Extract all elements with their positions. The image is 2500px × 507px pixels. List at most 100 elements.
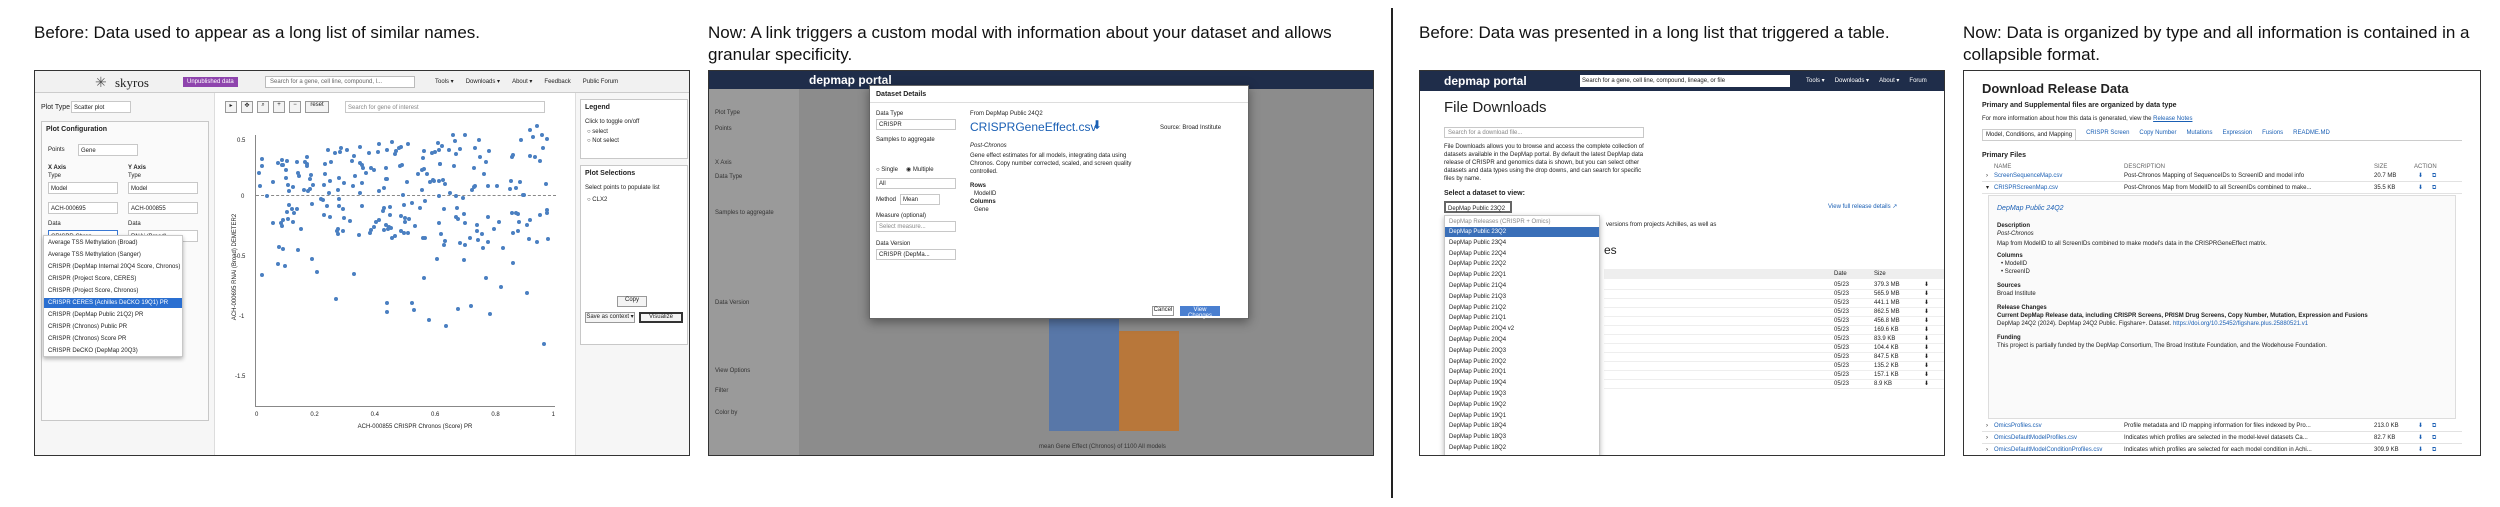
dropdown-option[interactable]: DepMap Public 18Q4: [1445, 421, 1599, 431]
file-row[interactable]: › OmicsDefaultModelConditionProfiles.csv I…: [1982, 445, 2462, 455]
chevron-right-icon[interactable]: ›: [1986, 172, 1988, 180]
chevron-right-icon[interactable]: ›: [1986, 422, 1988, 430]
samples-select[interactable]: All: [876, 178, 956, 189]
radio-multiple[interactable]: ◉ Multiple: [906, 166, 934, 174]
cancel-button[interactable]: Cancel: [1152, 306, 1174, 316]
copy-icon[interactable]: ⧉: [2432, 172, 2436, 180]
download-icon[interactable]: ⬇: [2418, 184, 2423, 192]
dropdown-option[interactable]: DepMap Public 21Q3: [1445, 292, 1599, 302]
tab-expression[interactable]: Expression: [2222, 129, 2252, 140]
nav-tools[interactable]: Tools ▾: [1806, 77, 1825, 85]
full-release-link[interactable]: View full release details ↗: [1828, 203, 1897, 211]
copy-icon[interactable]: ⧉: [2432, 422, 2436, 430]
file-name[interactable]: OmicsProfiles.csv: [1994, 422, 2042, 430]
save-context-button[interactable]: Save as context ▾: [585, 312, 635, 323]
dropdown-option[interactable]: CRISPR DeCKO (DepMap 20Q3): [44, 346, 182, 356]
file-name[interactable]: OmicsDefaultModelProfiles.csv: [1994, 434, 2077, 442]
file-row[interactable]: › ScreenSequenceMap.csv Post-Chronos Mappi…: [1982, 171, 2462, 182]
dropdown-option[interactable]: DepMap Public 19Q2: [1445, 400, 1599, 410]
release-notes-link[interactable]: Release Notes: [2153, 116, 2192, 122]
download-icon[interactable]: ⬇: [1924, 326, 1929, 334]
nav-tools[interactable]: Tools ▾: [435, 78, 454, 86]
tab-crispr[interactable]: CRISPR Screen: [2086, 129, 2129, 140]
file-link[interactable]: CRISPRGeneEffect.csv: [970, 120, 1097, 134]
method-select[interactable]: Mean: [900, 194, 940, 205]
search-input[interactable]: Search for a gene, cell line, compound, …: [265, 76, 415, 88]
download-icon[interactable]: ⬇: [2418, 446, 2423, 454]
plot-search-input[interactable]: Search for gene of interest: [345, 101, 545, 113]
plot-type-select[interactable]: Scatter plot: [71, 101, 131, 113]
file-filter-input[interactable]: Search for a download file...: [1444, 127, 1644, 138]
visualize-button[interactable]: Visualize: [639, 312, 683, 323]
view-changes-button[interactable]: View Changes: [1180, 306, 1220, 319]
dropdown-option-selected[interactable]: CRISPR CERES (Achilles DeCKO 19Q1) PR: [44, 298, 182, 308]
download-icon[interactable]: ⬇: [1924, 335, 1929, 343]
dropdown-option[interactable]: Average TSS Methylation (Sanger): [44, 250, 182, 260]
dropdown-option[interactable]: DepMap Public 19Q3: [1445, 389, 1599, 399]
download-icon[interactable]: ⬇: [1924, 317, 1929, 325]
nav-about[interactable]: About ▾: [512, 78, 532, 86]
chevron-right-icon[interactable]: ›: [1986, 446, 1988, 454]
dropdown-option[interactable]: DepMap Public 23Q4: [1445, 238, 1599, 248]
select-icon[interactable]: ▸: [225, 101, 237, 113]
dropdown-option[interactable]: DepMap Public 19Q4: [1445, 378, 1599, 388]
chevron-right-icon[interactable]: ›: [1986, 434, 1988, 442]
dropdown-option[interactable]: DepMap Public 21Q4: [1445, 281, 1599, 291]
dropdown-option[interactable]: CRISPR (Chronos) Score PR: [44, 334, 182, 344]
dropdown-option[interactable]: DepMap Public 22Q1: [1445, 270, 1599, 280]
download-icon[interactable]: ⬇: [1924, 362, 1929, 370]
copy-icon[interactable]: ⧉: [2432, 446, 2436, 454]
download-icon[interactable]: ⬇: [1924, 344, 1929, 352]
pan-icon[interactable]: ✥: [241, 101, 253, 113]
dropdown-option[interactable]: DepMap Public 21Q1: [1445, 313, 1599, 323]
dropdown-option[interactable]: DepMap Public 20Q4: [1445, 335, 1599, 345]
dropdown-option[interactable]: DepMap Public 18Q2: [1445, 443, 1599, 453]
download-icon[interactable]: ⬇: [1924, 281, 1929, 289]
dropdown-option[interactable]: CRISPR (Chronos) Public PR: [44, 322, 182, 332]
dropdown-option[interactable]: DepMap Public 19Q1: [1445, 411, 1599, 421]
zoom-out-icon[interactable]: −: [289, 101, 301, 113]
dropdown-option[interactable]: Average TSS Methylation (Broad): [44, 238, 182, 248]
dropdown-option[interactable]: DepMap Public 21Q2: [1445, 303, 1599, 313]
download-icon[interactable]: ⬇: [1924, 299, 1929, 307]
chevron-down-icon[interactable]: ▾: [1986, 184, 1989, 192]
tab-model[interactable]: Model, Conditions, and Mapping: [1982, 129, 2077, 140]
dropdown-option[interactable]: CRISPR (Project Score, CERES): [44, 274, 182, 284]
zoom-in-icon[interactable]: +: [273, 101, 285, 113]
download-icon[interactable]: ⬇: [1924, 380, 1929, 388]
nav-forum[interactable]: Forum: [1909, 77, 1926, 85]
download-icon[interactable]: ⬇: [1924, 371, 1929, 379]
dropdown-option[interactable]: CRISPR (DepMap Internal 20Q4 Score, Chro…: [44, 262, 182, 272]
tab-copy-number[interactable]: Copy Number: [2139, 129, 2176, 140]
download-icon[interactable]: ⬇: [2418, 434, 2423, 442]
zoom-icon[interactable]: ⌕: [257, 101, 269, 113]
file-row[interactable]: ▾ CRISPRScreenMap.csv Post-Chronos Map fro…: [1982, 183, 2462, 194]
selections-item[interactable]: ○ CLX2: [587, 196, 607, 204]
dropdown-option[interactable]: CRISPR (DepMap Public 21Q2) PR: [44, 310, 182, 320]
copy-button[interactable]: Copy: [617, 296, 647, 307]
dropdown-option[interactable]: DepMap Public 20Q1: [1445, 367, 1599, 377]
dropdown-option[interactable]: CRISPR (Project Score, Chronos): [44, 286, 182, 296]
legend-item[interactable]: ○ select: [587, 128, 608, 136]
nav-about[interactable]: About ▾: [1879, 77, 1899, 85]
download-icon[interactable]: ⬇: [1924, 308, 1929, 316]
download-icon[interactable]: ⬇: [1924, 290, 1929, 298]
points-select[interactable]: Gene: [78, 144, 138, 156]
file-name[interactable]: OmicsDefaultModelConditionProfiles.csv: [1994, 446, 2102, 454]
y-type-select[interactable]: Model: [128, 182, 198, 194]
dropdown-option[interactable]: DepMap Public 18Q3: [1445, 432, 1599, 442]
dropdown-option[interactable]: DepMap Public 20Q3: [1445, 346, 1599, 356]
tab-fusions[interactable]: Fusions: [2262, 129, 2283, 140]
legend-item[interactable]: ○ Not select: [587, 137, 619, 145]
citation-link[interactable]: https://doi.org/10.25452/figshare.plus.2…: [2173, 321, 2308, 327]
nav-downloads[interactable]: Downloads ▾: [1835, 77, 1869, 85]
file-row[interactable]: › OmicsDefaultModelProfiles.csv Indicates …: [1982, 433, 2462, 444]
radio-single[interactable]: ○ Single: [876, 166, 898, 174]
download-icon[interactable]: ⬇: [1924, 353, 1929, 361]
dropdown-option[interactable]: DepMap Public 23Q2: [1445, 227, 1599, 237]
reset-button[interactable]: reset: [305, 101, 329, 113]
x-model-select[interactable]: ACH-000695: [48, 202, 118, 214]
copy-icon[interactable]: ⧉: [2432, 434, 2436, 442]
dropdown-option[interactable]: DepMap Public 22Q4: [1445, 249, 1599, 259]
nav-downloads[interactable]: Downloads ▾: [466, 78, 500, 86]
